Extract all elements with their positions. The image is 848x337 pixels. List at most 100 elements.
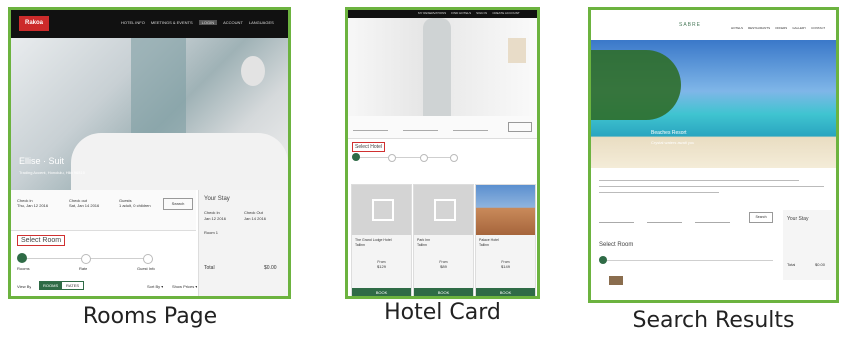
step-label-guest: Guest Info bbox=[137, 266, 156, 271]
lamp-shape bbox=[508, 38, 526, 63]
show-prices-dropdown[interactable]: Show Prices ▾ bbox=[172, 284, 197, 289]
summary-checkin-value: Jan 12 2016 bbox=[204, 216, 227, 221]
nav-links: HOTEL INFO MEETINGS & EVENTS LOGIN ACCOU… bbox=[121, 20, 286, 25]
step-label-rooms: Rooms bbox=[17, 266, 30, 271]
nav-item-contact[interactable]: CONTACT bbox=[811, 26, 825, 30]
top-nav: MY RESERVATIONS FIND HOTELS SIGN IN CREA… bbox=[348, 10, 537, 18]
caption-hotel-card: Hotel Card bbox=[384, 300, 501, 325]
info-text-block bbox=[599, 176, 829, 196]
search-button[interactable]: Search bbox=[163, 198, 193, 210]
rooms-page-panel: Rakoa HOTEL INFO MEETINGS & EVENTS LOGIN… bbox=[8, 7, 291, 299]
hotel-name[interactable]: Palace Hotel bbox=[476, 235, 535, 242]
hero-subtitle: Crystal waters await you bbox=[651, 140, 695, 145]
summary-total-value: $0.00 bbox=[264, 265, 277, 271]
book-button[interactable]: BOOK bbox=[476, 288, 535, 296]
checkout-field[interactable] bbox=[403, 122, 438, 131]
step-label-rate: Rate bbox=[79, 266, 88, 271]
rates-tab[interactable]: RATES bbox=[61, 281, 85, 290]
checkin-field[interactable] bbox=[353, 122, 388, 131]
checkout-field[interactable] bbox=[647, 214, 682, 223]
booking-search-bar: Check in Thu, Jan 12 2016 Check out Sat,… bbox=[11, 190, 196, 231]
hotel-photo bbox=[476, 185, 535, 235]
summary-title: Your Stay bbox=[204, 196, 230, 202]
booking-search-bar bbox=[348, 116, 537, 139]
nav-item-reservations[interactable]: MY RESERVATIONS bbox=[418, 11, 446, 15]
nav-item-restaurants[interactable]: RESTAURANTS bbox=[748, 26, 770, 30]
hero-title: Beaches Resort bbox=[651, 130, 687, 136]
price-value: $149 bbox=[501, 264, 510, 269]
hotel-location: Tallinn bbox=[479, 243, 489, 247]
hero-subtitle: Trading Accent, Honolulu, Hilo 96815 bbox=[19, 170, 85, 175]
guests-value: 1 adult, 0 children bbox=[119, 203, 151, 208]
step-dot-rate[interactable] bbox=[81, 254, 91, 264]
step-dot-1[interactable] bbox=[352, 153, 360, 161]
guests-field[interactable]: Guests 1 adult, 0 children bbox=[119, 198, 159, 208]
price-value: $129 bbox=[377, 264, 386, 269]
step-dot-rooms[interactable] bbox=[17, 253, 27, 263]
step-dot-4[interactable] bbox=[450, 154, 458, 162]
checkout-field[interactable]: Check out Sat, Jan 14 2016 bbox=[69, 198, 117, 208]
nav-item-offers[interactable]: OFFERS bbox=[775, 26, 787, 30]
nav-item-account[interactable]: ACCOUNT bbox=[223, 20, 243, 25]
lamp-shape bbox=[241, 56, 265, 86]
summary-total-label: Total bbox=[787, 262, 796, 267]
stay-summary: Your Stay Check In Jan 12 2016 Check Out… bbox=[198, 190, 288, 296]
caption-rooms-page: Rooms Page bbox=[82, 304, 218, 329]
search-results-panel: SABRE HOTELS RESTAURANTS OFFERS GALLERY … bbox=[588, 7, 839, 303]
sort-dropdown[interactable]: Sort By ▾ bbox=[147, 284, 163, 289]
header: SABRE HOTELS RESTAURANTS OFFERS GALLERY … bbox=[591, 10, 836, 40]
hotel-name[interactable]: The Grand Lodge Hotel bbox=[352, 235, 411, 242]
guests-field[interactable] bbox=[453, 122, 488, 131]
palm-trees bbox=[591, 50, 681, 120]
top-nav: Rakoa HOTEL INFO MEETINGS & EVENTS LOGIN… bbox=[11, 10, 288, 38]
step-dot-3[interactable] bbox=[420, 154, 428, 162]
hero-image bbox=[348, 18, 537, 116]
nav-item-create-account[interactable]: CREATE ACCOUNT bbox=[492, 11, 519, 15]
nav-item-login[interactable]: LOGIN bbox=[198, 20, 218, 25]
hotel-card-panel: MY RESERVATIONS FIND HOTELS SIGN IN CREA… bbox=[345, 7, 540, 299]
summary-checkout-value: Jan 14 2016 bbox=[244, 216, 267, 221]
summary-total-label: Total bbox=[204, 265, 215, 271]
hotel-location: Tallinn bbox=[355, 243, 365, 247]
nav-item-hotel-info[interactable]: HOTEL INFO bbox=[121, 20, 145, 25]
hotel-card[interactable]: Palace Hotel Tallinn From $149 BOOK bbox=[475, 184, 536, 296]
search-button[interactable]: Search bbox=[749, 212, 773, 223]
person-shape bbox=[423, 18, 451, 116]
checkin-value: Thu, Jan 12 2016 bbox=[17, 203, 49, 208]
rooms-tab[interactable] bbox=[609, 276, 623, 285]
nav-item-sign-in[interactable]: SIGN IN bbox=[476, 11, 487, 15]
image-placeholder-icon bbox=[414, 185, 473, 235]
nav-item-hotels[interactable]: HOTELS bbox=[731, 26, 743, 30]
step-dot-guest[interactable] bbox=[143, 254, 153, 264]
checkin-field[interactable]: Check in Thu, Jan 12 2016 bbox=[17, 198, 65, 208]
stay-summary: Your Stay Total $0.00 bbox=[783, 210, 836, 280]
hotel-name[interactable]: Park Inn bbox=[414, 235, 473, 242]
search-button[interactable] bbox=[508, 122, 532, 132]
step-progress: Rooms Rate Guest Info bbox=[17, 253, 187, 277]
step-dot-2[interactable] bbox=[388, 154, 396, 162]
step-dot-1[interactable] bbox=[599, 256, 607, 264]
rooms-tab[interactable]: ROOMS bbox=[39, 281, 63, 290]
filter-row: View By ROOMS RATES Sort By ▾ Show Price… bbox=[17, 280, 202, 294]
book-button[interactable]: BOOK bbox=[414, 288, 473, 296]
summary-room: Room 1 bbox=[204, 230, 219, 235]
nav-item-meetings[interactable]: MEETINGS & EVENTS bbox=[151, 20, 193, 25]
book-button[interactable]: BOOK bbox=[352, 288, 411, 296]
hotel-location: Tallinn bbox=[417, 243, 427, 247]
image-placeholder-icon bbox=[352, 185, 411, 235]
checkin-field[interactable] bbox=[599, 214, 634, 223]
summary-title: Your Stay bbox=[787, 216, 809, 222]
logo[interactable]: Rakoa bbox=[19, 16, 49, 31]
guests-field[interactable] bbox=[695, 214, 730, 223]
room-hero-image: Ellise · Suit Trading Accent, Honolulu, … bbox=[11, 38, 288, 190]
step-progress bbox=[599, 256, 779, 266]
summary-checkout: Check Out bbox=[244, 210, 263, 215]
bed-shape bbox=[71, 133, 288, 190]
hotel-card[interactable]: Park Inn Tallinn From $89 BOOK bbox=[413, 184, 474, 296]
nav-item-languages[interactable]: LANGUAGES bbox=[249, 20, 274, 25]
price-value: $89 bbox=[440, 264, 447, 269]
hotel-card[interactable]: The Grand Lodge Hotel Tallinn From $129 … bbox=[351, 184, 412, 296]
nav-item-gallery[interactable]: GALLERY bbox=[792, 26, 806, 30]
logo[interactable]: SABRE bbox=[679, 22, 701, 28]
nav-item-find-hotels[interactable]: FIND HOTELS bbox=[451, 11, 471, 15]
